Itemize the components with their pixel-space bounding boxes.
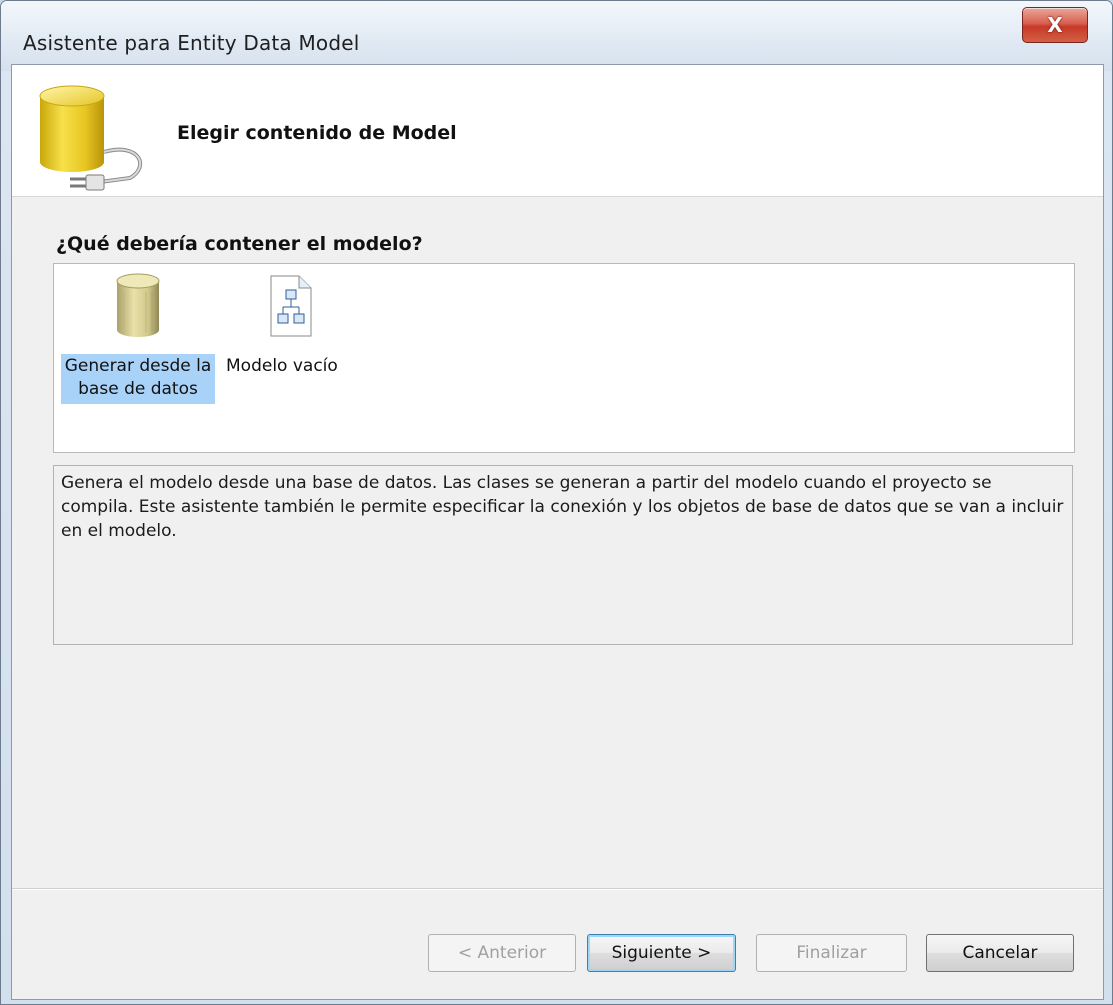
diagram-document-icon	[267, 272, 315, 344]
footer-divider	[12, 888, 1103, 890]
previous-button[interactable]: < Anterior	[428, 934, 576, 972]
model-options-list[interactable]: Generar desde la base de datos Modelo va…	[53, 263, 1075, 453]
option-empty-model[interactable]: Modelo vacío	[226, 272, 356, 381]
finish-button[interactable]: Finalizar	[756, 934, 907, 972]
database-plug-icon	[30, 82, 170, 196]
wizard-window: Asistente para Entity Data Model X Elegi…	[0, 0, 1113, 1005]
window-title: Asistente para Entity Data Model	[23, 31, 360, 55]
wizard-header: Elegir contenido de Model	[12, 65, 1103, 197]
cancel-button[interactable]: Cancelar	[926, 934, 1074, 972]
close-button[interactable]: X	[1022, 7, 1088, 43]
dialog-client-area: Elegir contenido de Model ¿Qué debería c…	[11, 64, 1104, 1000]
option-label: Generar desde la base de datos	[61, 354, 215, 404]
option-description: Genera el modelo desde una base de datos…	[53, 465, 1073, 645]
option-generate-from-database[interactable]: Generar desde la base de datos	[61, 272, 215, 404]
next-button[interactable]: Siguiente >	[587, 934, 736, 972]
title-bar[interactable]: Asistente para Entity Data Model X	[1, 1, 1112, 71]
option-label: Modelo vacío	[226, 356, 338, 376]
page-title: Elegir contenido de Model	[177, 122, 457, 144]
question-heading: ¿Qué debería contener el modelo?	[56, 233, 423, 255]
database-icon	[112, 272, 164, 344]
close-icon: X	[1047, 13, 1063, 37]
